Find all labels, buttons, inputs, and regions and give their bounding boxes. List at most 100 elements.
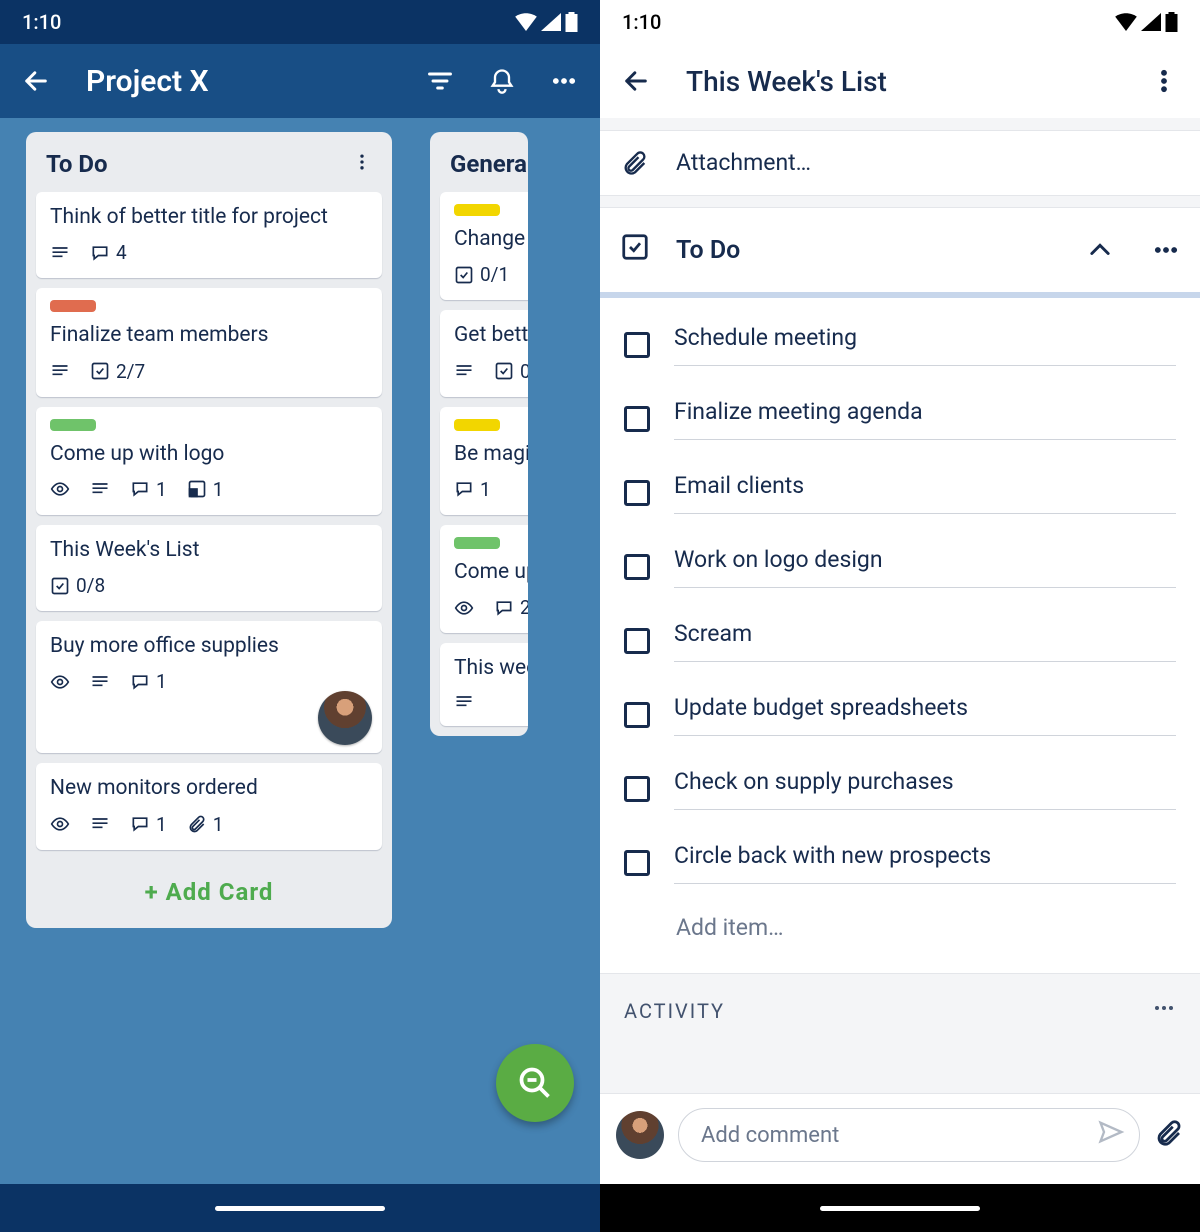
checkbox[interactable] [624, 480, 650, 506]
card[interactable]: New monitors ordered 1 1 [36, 763, 382, 849]
status-time: 1:10 [622, 10, 661, 34]
add-card-button[interactable]: + Add Card [36, 860, 382, 928]
detail-scroll[interactable]: Attachment… To Do Schedule meeting Final… [600, 118, 1200, 1232]
attachment-section[interactable]: Attachment… [600, 130, 1200, 196]
card-badges: 0/8 [50, 574, 368, 597]
comment-input[interactable]: Add comment [678, 1108, 1140, 1162]
card-title: Be magic [454, 441, 528, 468]
list-title: To Do [46, 150, 108, 178]
checkbox[interactable] [624, 554, 650, 580]
status-icons [1115, 12, 1178, 32]
checklist-item[interactable]: Update budget spreadsheets [600, 678, 1200, 752]
checkbox[interactable] [624, 702, 650, 728]
card[interactable]: Buy more office supplies 1 [36, 621, 382, 753]
comments-badge: 4 [90, 241, 127, 264]
checklist-menu-button[interactable] [1152, 228, 1180, 272]
label-green [50, 419, 96, 431]
card[interactable]: This Week's List 0/8 [36, 525, 382, 611]
checklist-badge: 0 [494, 360, 528, 383]
checklist-item[interactable]: Schedule meeting [600, 308, 1200, 382]
android-nav-bar [600, 1184, 1200, 1232]
checkbox[interactable] [624, 850, 650, 876]
checklist-badge: 0/8 [50, 574, 105, 597]
card[interactable]: Change t 0/1 [440, 192, 528, 300]
description-icon [90, 814, 110, 834]
nav-pill[interactable] [820, 1206, 980, 1211]
watch-icon [454, 598, 474, 618]
checkbox[interactable] [624, 776, 650, 802]
notifications-button[interactable] [480, 59, 524, 103]
wifi-icon [515, 13, 537, 31]
label-red [50, 300, 96, 312]
checklist-item[interactable]: Check on supply purchases [600, 752, 1200, 826]
activity-body [600, 1047, 1200, 1093]
member-avatar[interactable] [318, 691, 372, 745]
list-general: General Change t 0/1 Get bette 0 Be magi… [430, 132, 528, 736]
board-title: Project X [86, 64, 400, 99]
list-header-todo[interactable]: To Do [36, 142, 382, 192]
card-title: Get bette [454, 322, 528, 349]
description-icon [454, 692, 474, 712]
collapse-button[interactable] [1086, 228, 1114, 272]
card[interactable]: Be magic 1 [440, 407, 528, 515]
description-icon [90, 672, 110, 692]
more-button[interactable] [542, 59, 586, 103]
checklist-title: To Do [676, 236, 740, 265]
card-title: New monitors ordered [50, 775, 368, 802]
add-checklist-item[interactable]: Add item… [600, 900, 1200, 955]
status-time: 1:10 [22, 10, 61, 34]
card-title: Finalize team members [50, 322, 368, 349]
user-avatar[interactable] [616, 1111, 664, 1159]
attachments-badge: 1 [187, 813, 224, 836]
checkbox[interactable] [624, 332, 650, 358]
card[interactable]: Come up 2 [440, 525, 528, 633]
watch-icon [50, 479, 70, 499]
card-badges: 1 [50, 670, 368, 693]
watch-icon [50, 814, 70, 834]
card[interactable]: This wee [440, 643, 528, 726]
filter-button[interactable] [418, 59, 462, 103]
android-nav-bar [0, 1184, 600, 1232]
checklist-header[interactable]: To Do [600, 208, 1200, 292]
back-button[interactable] [14, 59, 58, 103]
card-title: Come up [454, 559, 528, 586]
more-button[interactable] [1142, 59, 1186, 103]
checkbox[interactable] [624, 628, 650, 654]
comments-badge: 1 [454, 478, 491, 501]
checklist-item[interactable]: Email clients [600, 456, 1200, 530]
label-green [454, 537, 500, 549]
back-button[interactable] [614, 59, 658, 103]
label-yellow [454, 204, 500, 216]
checklist-icon [620, 232, 650, 269]
zoom-fab[interactable] [496, 1044, 574, 1122]
checklist-item[interactable]: Circle back with new prospects [600, 826, 1200, 900]
card[interactable]: Finalize team members 2/7 [36, 288, 382, 396]
comments-badge: 1 [130, 670, 167, 693]
board-app-bar: Project X [0, 44, 600, 118]
activity-menu-button[interactable] [1152, 996, 1176, 1025]
card-title: This wee [454, 655, 528, 682]
checklist-items: Schedule meeting Finalize meeting agenda… [600, 298, 1200, 973]
checklist-item[interactable]: Work on logo design [600, 530, 1200, 604]
send-button[interactable] [1097, 1118, 1125, 1152]
paperclip-icon [620, 149, 650, 177]
list-menu-button[interactable] [352, 150, 372, 178]
checkbox[interactable] [624, 406, 650, 432]
checklist-item[interactable]: Scream [600, 604, 1200, 678]
card[interactable]: Think of better title for project 4 [36, 192, 382, 278]
checklist-badge: 2/7 [90, 360, 145, 383]
card[interactable]: Come up with logo 1 1 [36, 407, 382, 515]
checklist-item[interactable]: Finalize meeting agenda [600, 382, 1200, 456]
card-badges: 2/7 [50, 360, 368, 383]
status-bar: 1:10 [600, 0, 1200, 44]
signal-icon [541, 13, 561, 31]
list-title: General [450, 150, 528, 178]
card[interactable]: Get bette 0 [440, 310, 528, 396]
nav-pill[interactable] [215, 1206, 385, 1211]
status-icons [515, 12, 578, 32]
attach-button[interactable] [1154, 1118, 1184, 1152]
list-header-general[interactable]: General [440, 142, 518, 192]
card-badges: 4 [50, 241, 368, 264]
card-badges: 1 1 [50, 478, 368, 501]
battery-icon [565, 12, 578, 32]
